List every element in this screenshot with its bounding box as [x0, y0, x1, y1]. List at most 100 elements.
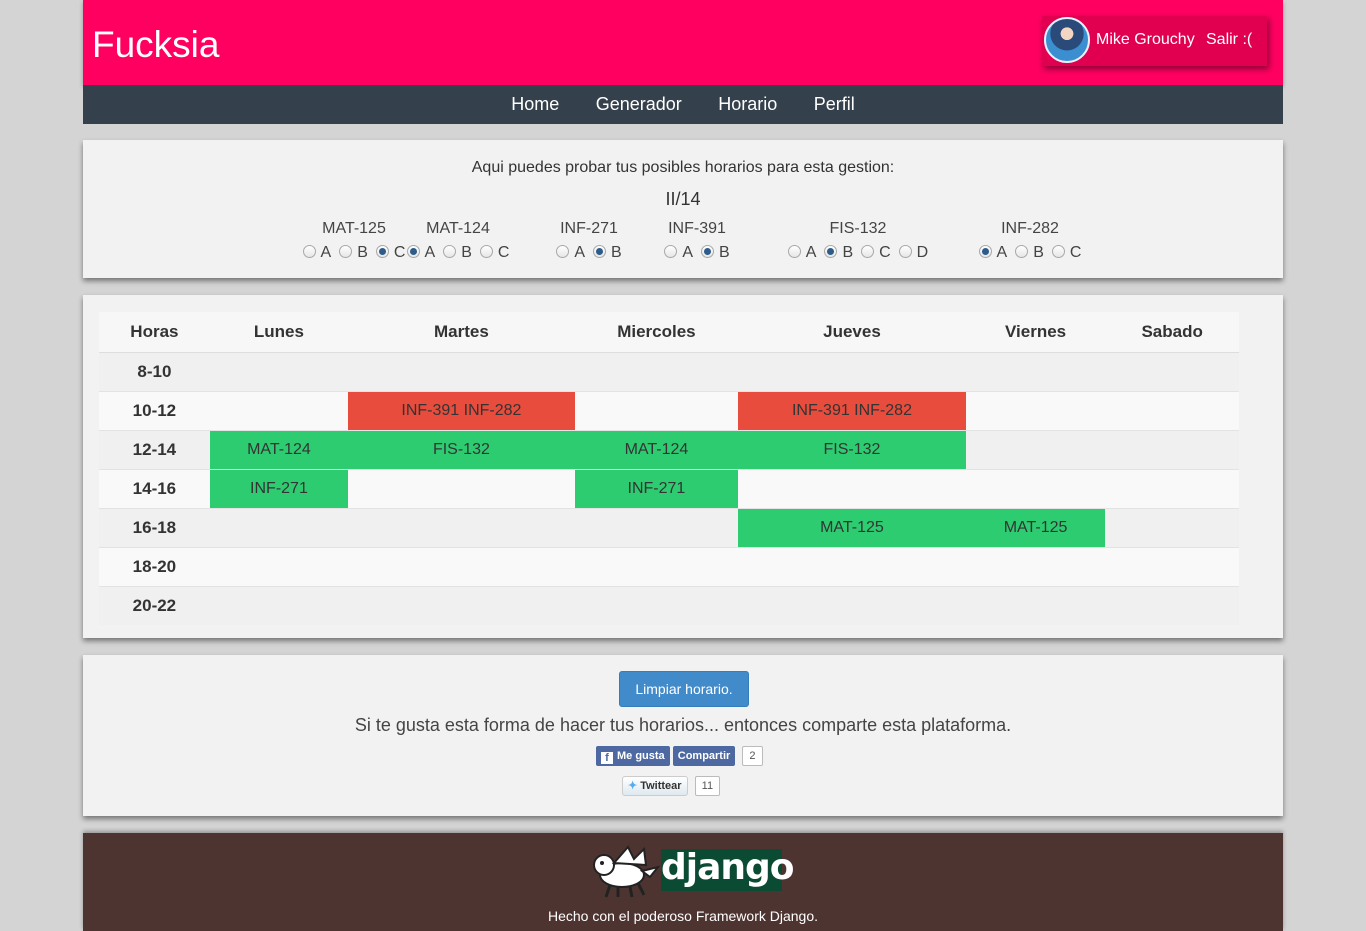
- django-logo[interactable]: django: [661, 849, 795, 891]
- user-name-link[interactable]: Mike Grouchy: [1096, 31, 1195, 49]
- share-message: Si te gusta esta forma de hacer tus hora…: [354, 715, 1012, 735]
- parallel-option[interactable]: A: [302, 244, 331, 262]
- parallel-option[interactable]: C: [861, 244, 891, 262]
- hour-label: 18-20: [99, 547, 210, 587]
- schedule-table: Horas Lunes Martes Miercoles Jueves Viernes Sa…: [99, 312, 1239, 625]
- schedule-empty-slot: [738, 469, 966, 509]
- hour-label: 14-16: [99, 469, 210, 509]
- parallel-option[interactable]: A: [664, 244, 693, 262]
- schedule-slot: INF-271: [574, 469, 739, 509]
- footer-text: Hecho con el poderoso Framework Django.: [547, 908, 819, 924]
- selector-intro: Aqui puedes probar tus posibles horarios…: [471, 159, 895, 176]
- hour-label: 12-14: [99, 430, 210, 470]
- course-group-inf-282: INF-282 A B C: [910, 220, 1150, 262]
- radio-button[interactable]: [479, 245, 493, 258]
- radio-button[interactable]: [1015, 245, 1029, 258]
- schedule-empty-slot: [348, 352, 575, 392]
- nav-horario[interactable]: Horario: [718, 85, 777, 124]
- schedule-row: 14-16 INF-271 INF-271: [99, 469, 1239, 509]
- schedule-empty-slot: [209, 508, 349, 548]
- schedule-empty-slot: [1105, 469, 1239, 509]
- radio-button[interactable]: [861, 245, 875, 258]
- parallel-option-label: A: [424, 244, 436, 261]
- header-bar: Fucksia Mike Grouchy Salir :(: [83, 0, 1283, 85]
- schedule-empty-slot: [574, 352, 739, 392]
- schedule-empty-slot: [348, 547, 575, 587]
- twitter-row: ✦ Twittear 11: [622, 776, 721, 796]
- nav-home[interactable]: Home: [511, 85, 559, 124]
- radio-button[interactable]: [824, 245, 838, 258]
- period-label: II/14: [665, 189, 701, 209]
- schedule-slot: FIS-132: [738, 430, 966, 470]
- nav-perfil[interactable]: Perfil: [814, 85, 855, 124]
- schedule-row: 8-10: [99, 352, 1239, 392]
- schedule-row: 10-12 INF-391 INF-282 INF-391 INF-282: [99, 391, 1239, 431]
- facebook-row: f Me gusta Compartir 2: [596, 746, 763, 766]
- schedule-slot: INF-391 INF-282: [348, 391, 575, 431]
- radio-button[interactable]: [302, 245, 316, 258]
- column-header-horas: Horas: [99, 312, 210, 353]
- parallel-option[interactable]: B: [824, 244, 853, 262]
- radio-button[interactable]: [406, 245, 420, 258]
- parallel-option-label: C: [1069, 244, 1082, 261]
- brand-title[interactable]: Fucksia: [92, 26, 219, 63]
- schedule-empty-slot: [348, 586, 575, 625]
- schedule-panel: Horas Lunes Martes Miercoles Jueves Viernes Sa…: [83, 295, 1283, 638]
- schedule-empty-slot: [209, 586, 349, 625]
- fb-count: 2: [742, 746, 763, 766]
- radio-button[interactable]: [556, 245, 570, 258]
- main-nav: Home Generador Horario Perfil: [83, 85, 1283, 124]
- schedule-empty-slot: [965, 391, 1106, 431]
- schedule-empty-slot: [1105, 352, 1239, 392]
- tweet-count: 11: [694, 776, 721, 796]
- nav-generador[interactable]: Generador: [596, 85, 682, 124]
- column-header-jueves: Jueves: [738, 312, 966, 353]
- parallel-option[interactable]: A: [978, 244, 1008, 262]
- schedule-empty-slot: [574, 586, 739, 625]
- parallel-option[interactable]: A: [406, 244, 436, 262]
- schedule-empty-slot: [738, 586, 966, 625]
- course-name: INF-282: [1001, 220, 1059, 237]
- parallel-option[interactable]: A: [556, 244, 585, 262]
- tweet-button[interactable]: ✦ Twittear: [622, 776, 688, 796]
- schedule-empty-slot: [965, 547, 1106, 587]
- schedule-empty-slot: [1105, 586, 1239, 625]
- parallel-option-label: A: [682, 244, 693, 261]
- twitter-bird-icon: ✦: [628, 780, 638, 792]
- tweet-label: Twittear: [640, 780, 682, 792]
- parallel-option[interactable]: C: [1051, 244, 1082, 262]
- schedule-header-row: Horas Lunes Martes Miercoles Jueves Viernes Sa…: [99, 312, 1239, 353]
- radio-button[interactable]: [443, 245, 457, 258]
- logout-link[interactable]: Salir :(: [1206, 31, 1252, 49]
- column-header-miercoles: Miercoles: [574, 312, 739, 353]
- facebook-icon: f: [601, 752, 613, 764]
- schedule-slot: FIS-132: [348, 430, 575, 470]
- schedule-empty-slot: [965, 586, 1106, 625]
- schedule-empty-slot: [574, 391, 739, 431]
- fb-share-button[interactable]: Compartir: [672, 746, 736, 766]
- hour-label: 16-18: [99, 508, 210, 548]
- share-panel: Limpiar horario. Si te gusta esta forma …: [83, 655, 1283, 816]
- parallel-option[interactable]: A: [787, 244, 816, 262]
- schedule-empty-slot: [348, 469, 575, 509]
- schedule-empty-slot: [965, 469, 1106, 509]
- avatar[interactable]: [1044, 17, 1090, 63]
- schedule-empty-slot: [1105, 430, 1239, 470]
- radio-button[interactable]: [664, 245, 678, 258]
- parallel-option-label: B: [1033, 244, 1044, 261]
- schedule-empty-slot: [1105, 547, 1239, 587]
- column-header-martes: Martes: [348, 312, 575, 353]
- schedule-row: 18-20: [99, 547, 1239, 587]
- radio-button[interactable]: [787, 245, 801, 258]
- schedule-row: 16-18 MAT-125 MAT-125: [99, 508, 1239, 548]
- schedule-empty-slot: [738, 547, 966, 587]
- radio-button[interactable]: [1051, 245, 1065, 258]
- parallel-option-label: A: [996, 244, 1008, 261]
- schedule-row: 12-14 MAT-124 FIS-132 MAT-124 FIS-132: [99, 430, 1239, 470]
- schedule-empty-slot: [209, 352, 349, 392]
- radio-button[interactable]: [978, 245, 992, 258]
- parallel-option[interactable]: B: [1015, 244, 1044, 262]
- fb-like-button[interactable]: f Me gusta: [596, 746, 670, 766]
- clear-schedule-button[interactable]: Limpiar horario.: [619, 671, 749, 707]
- parallel-option[interactable]: B: [443, 244, 472, 262]
